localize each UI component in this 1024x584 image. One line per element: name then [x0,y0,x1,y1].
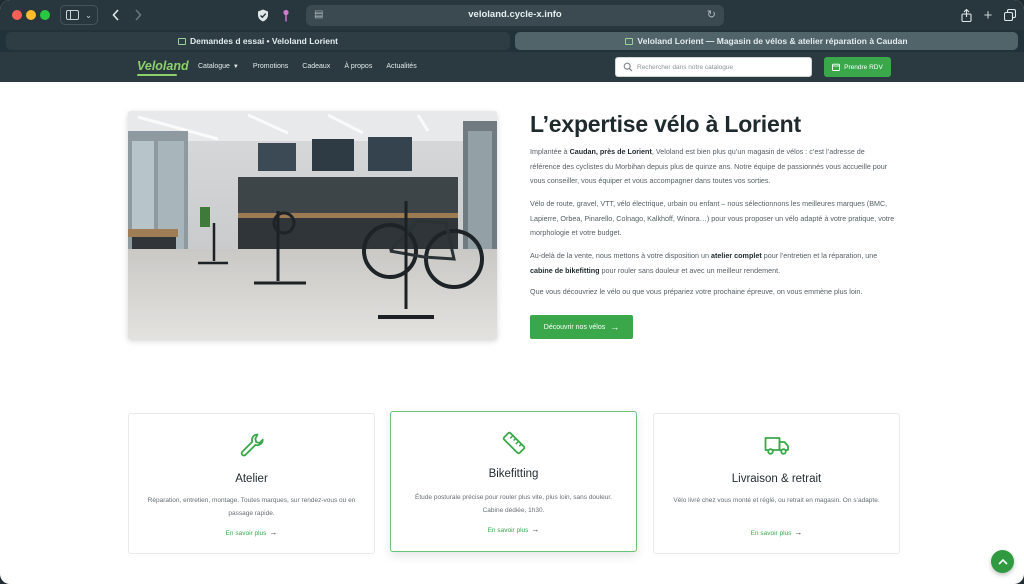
text: Au-delà de la vente, nous mettons à votr… [530,251,711,260]
new-tab-button[interactable]: + [980,5,996,25]
arrow-right-icon: → [794,528,803,537]
arrow-right-icon: → [610,322,620,332]
back-button[interactable] [106,5,126,25]
caret-down-icon: ▼ [232,64,239,70]
chevron-up-icon [997,558,1008,565]
service-title: Atelier [235,473,268,485]
tab-overview-icon [1004,9,1016,21]
scroll-to-top-button[interactable] [991,550,1014,573]
tab-label: Veloland Lorient — Magasin de vélos & at… [637,36,908,46]
text: pour l’entretien et la réparation, une [761,251,878,260]
hero-workshop-image [128,111,497,339]
shield-icon [258,9,268,21]
hero-paragraph-closing: Que vous découvriez le vélo ou que vous … [530,287,863,296]
text: Implantée à [530,147,570,156]
tab-overview-button[interactable] [1002,5,1018,25]
text: pour rouler sans douleur et avec un meil… [599,265,781,275]
back-icon [112,9,119,21]
favicon-icon [178,37,186,45]
nav-item-actualites[interactable]: Actualités [386,63,416,70]
site-header: Veloland Catalogue ▼ Promotions Cadeaux À… [0,52,1024,82]
nav-item-promotions[interactable]: Promotions [253,63,288,70]
bold-text: Caudan, près de Lorient [569,147,652,156]
hero-paragraph-brands: Vélo de route, gravel, VTT, vélo électri… [530,199,895,238]
nav-item-cadeaux[interactable]: Cadeaux [302,63,330,70]
link-label: En savoir plus [750,530,792,537]
arrow-right-icon: → [531,525,540,534]
minimize-window-button[interactable] [26,10,36,20]
link-label: En savoir plus [487,527,529,534]
hero-paragraph-intro: Implantée à Caudan, près de Lorient, Vel… [530,145,897,189]
tab-label: Demandes d essai • Veloland Lorient [190,36,338,46]
search-icon [623,62,633,72]
service-title: Bikefitting [488,468,539,480]
hero-title: L’expertise vélo à Lorient [530,111,801,137]
workshop-photo [128,111,497,339]
arrow-right-icon: → [269,528,278,537]
chevron-down-icon: ⌄ [85,10,92,20]
service-description: Vélo livré chez vous monté et réglé, ou … [673,497,880,504]
hero-paragraph-services: Au-delà de la vente, nous mettons à votr… [530,249,897,278]
calendar-icon [832,63,841,71]
learn-more-link[interactable]: En savoir plus → [129,528,374,537]
bold-text: atelier complet [711,251,762,260]
privacy-extension-button[interactable] [254,5,272,25]
new-tab-icon: + [983,6,993,24]
service-title: Livraison & retrait [731,473,822,485]
bold-text: cabine de bikefitting [530,265,600,275]
catalog-search [615,57,812,77]
book-appointment-button[interactable]: Prendre RDV [824,57,891,77]
close-window-button[interactable] [12,10,22,20]
ruler-icon [502,431,525,455]
zoom-window-button[interactable] [40,10,50,20]
share-icon [960,8,972,22]
pin-icon [283,9,289,21]
discover-bikes-button[interactable]: Découvrir nos vélos → [530,315,633,339]
discover-bikes-label: Découvrir nos vélos [543,323,606,331]
tab-veloland-home[interactable]: Veloland Lorient — Magasin de vélos & at… [515,32,1018,50]
browser-window: ⌄ ▤ veloland.cycle-x.info ↻ + Demandes d… [0,0,1024,584]
learn-more-link[interactable]: En savoir plus → [391,525,636,534]
nav-item-catalogue[interactable]: Catalogue ▼ [198,63,239,70]
service-card-livraison: Livraison & retrait Vélo livré chez vous… [653,413,900,554]
nav-item-a-propos[interactable]: À propos [344,63,372,70]
site-logo[interactable]: Veloland [137,59,189,73]
logo-swoosh [137,74,177,76]
service-description: Étude posturale précise pour rouler plus… [415,494,612,514]
search-input[interactable] [637,58,807,76]
forward-icon [135,9,142,21]
sidebar-toggle-button[interactable]: ⌄ [60,5,98,25]
service-card-bikefitting: Bikefitting Étude posturale précise pour… [390,411,637,552]
tab-bar: Demandes d essai • Veloland Lorient Velo… [0,30,1024,52]
forward-button[interactable] [128,5,148,25]
link-label: En savoir plus [225,530,267,537]
pin-extension-button[interactable] [278,5,294,25]
book-appointment-label: Prendre RDV [844,63,883,71]
favicon-icon [625,37,634,45]
reload-icon[interactable]: ↻ [707,8,716,21]
truck-icon [764,437,789,455]
address-bar[interactable]: ▤ veloland.cycle-x.info ↻ [306,5,724,26]
learn-more-link[interactable]: En savoir plus → [654,528,899,537]
wrench-icon [240,433,264,457]
url-text: veloland.cycle-x.info [468,9,562,20]
service-card-atelier: Atelier Réparation, entretien, montage. … [128,413,375,554]
main-nav: Catalogue ▼ Promotions Cadeaux À propos A… [198,63,431,70]
tab-demandes-essai[interactable]: Demandes d essai • Veloland Lorient [6,32,510,50]
service-description: Réparation, entretien, montage. Toutes m… [147,497,356,517]
sidebar-icon [66,10,80,20]
nav-label: Catalogue [198,63,230,70]
share-button[interactable] [958,5,974,25]
browser-titlebar: ⌄ ▤ veloland.cycle-x.info ↻ + [0,0,1024,30]
